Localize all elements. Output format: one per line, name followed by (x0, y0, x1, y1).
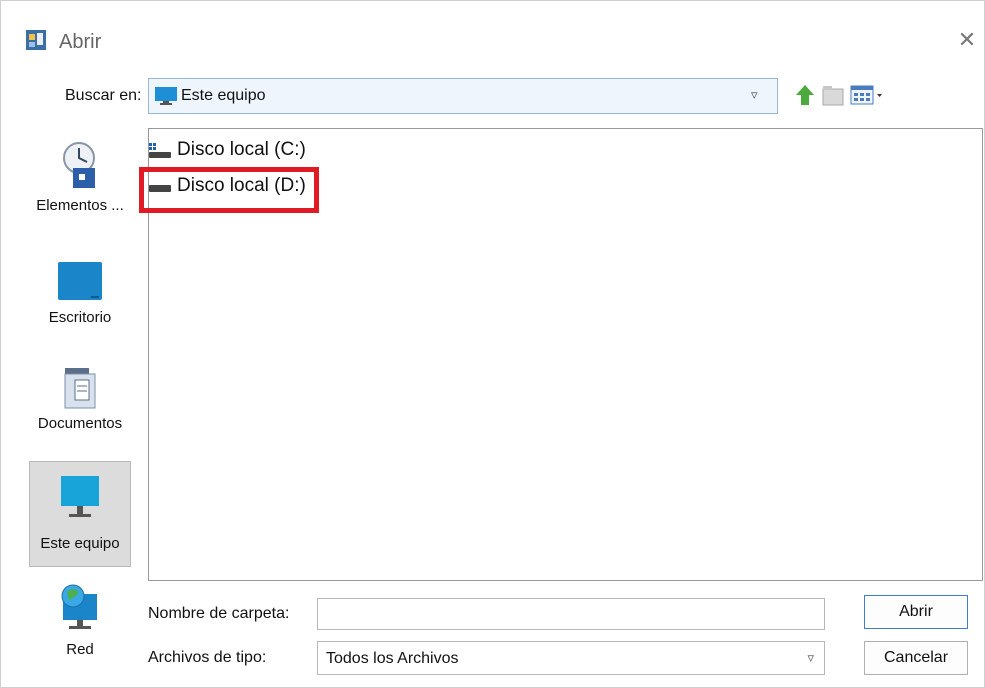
new-folder-icon[interactable] (821, 83, 845, 107)
file-type-select[interactable]: Todos los Archivos ▿ (317, 641, 825, 675)
close-icon[interactable]: ✕ (956, 29, 978, 51)
view-menu-icon[interactable] (849, 83, 885, 107)
lookin-label: Buscar en: (65, 87, 142, 104)
place-label: Elementos ... (36, 197, 124, 214)
open-button[interactable]: Abrir (864, 595, 968, 629)
title-bar: Abrir ✕ (1, 1, 985, 73)
desktop-icon (58, 262, 102, 300)
chevron-down-icon: ▿ (807, 650, 814, 665)
computer-icon (155, 87, 177, 105)
lookin-value: Este equipo (181, 87, 266, 104)
highlight-box (139, 167, 319, 213)
place-desktop[interactable]: Escritorio (21, 260, 139, 326)
dialog-title: Abrir (59, 31, 102, 53)
place-label: Red (66, 641, 94, 658)
computer-icon (61, 476, 99, 517)
place-documents[interactable]: Documentos (21, 366, 139, 432)
place-this-pc[interactable]: Este equipo (29, 461, 131, 567)
place-recent-items[interactable]: Elementos ... (21, 138, 139, 214)
folder-name-input[interactable] (317, 598, 825, 630)
up-folder-icon[interactable] (794, 83, 816, 107)
file-name: Disco local (C:) (177, 139, 306, 160)
places-bar: Elementos ... Escritorio Documentos Este… (21, 128, 139, 673)
place-network[interactable]: Red (21, 582, 139, 658)
place-label: Escritorio (48, 309, 112, 326)
documents-icon (64, 368, 96, 409)
file-type-label: Archivos de tipo: (148, 649, 267, 666)
lookin-select[interactable]: Este equipo ▿ (148, 78, 778, 114)
place-label: Este equipo (40, 535, 120, 552)
place-label: Documentos (37, 415, 123, 432)
system-drive-icon (149, 143, 171, 158)
folder-name-label: Nombre de carpeta: (148, 605, 290, 622)
open-dialog: Abrir ✕ Buscar en: Este equipo ▿ Element… (0, 0, 985, 688)
app-icon (26, 30, 46, 50)
file-type-value: Todos los Archivos (326, 650, 459, 667)
cancel-button[interactable]: Cancelar (864, 641, 968, 675)
network-icon (61, 584, 97, 629)
chevron-down-icon: ▿ (751, 87, 758, 102)
recent-items-icon (63, 142, 95, 188)
